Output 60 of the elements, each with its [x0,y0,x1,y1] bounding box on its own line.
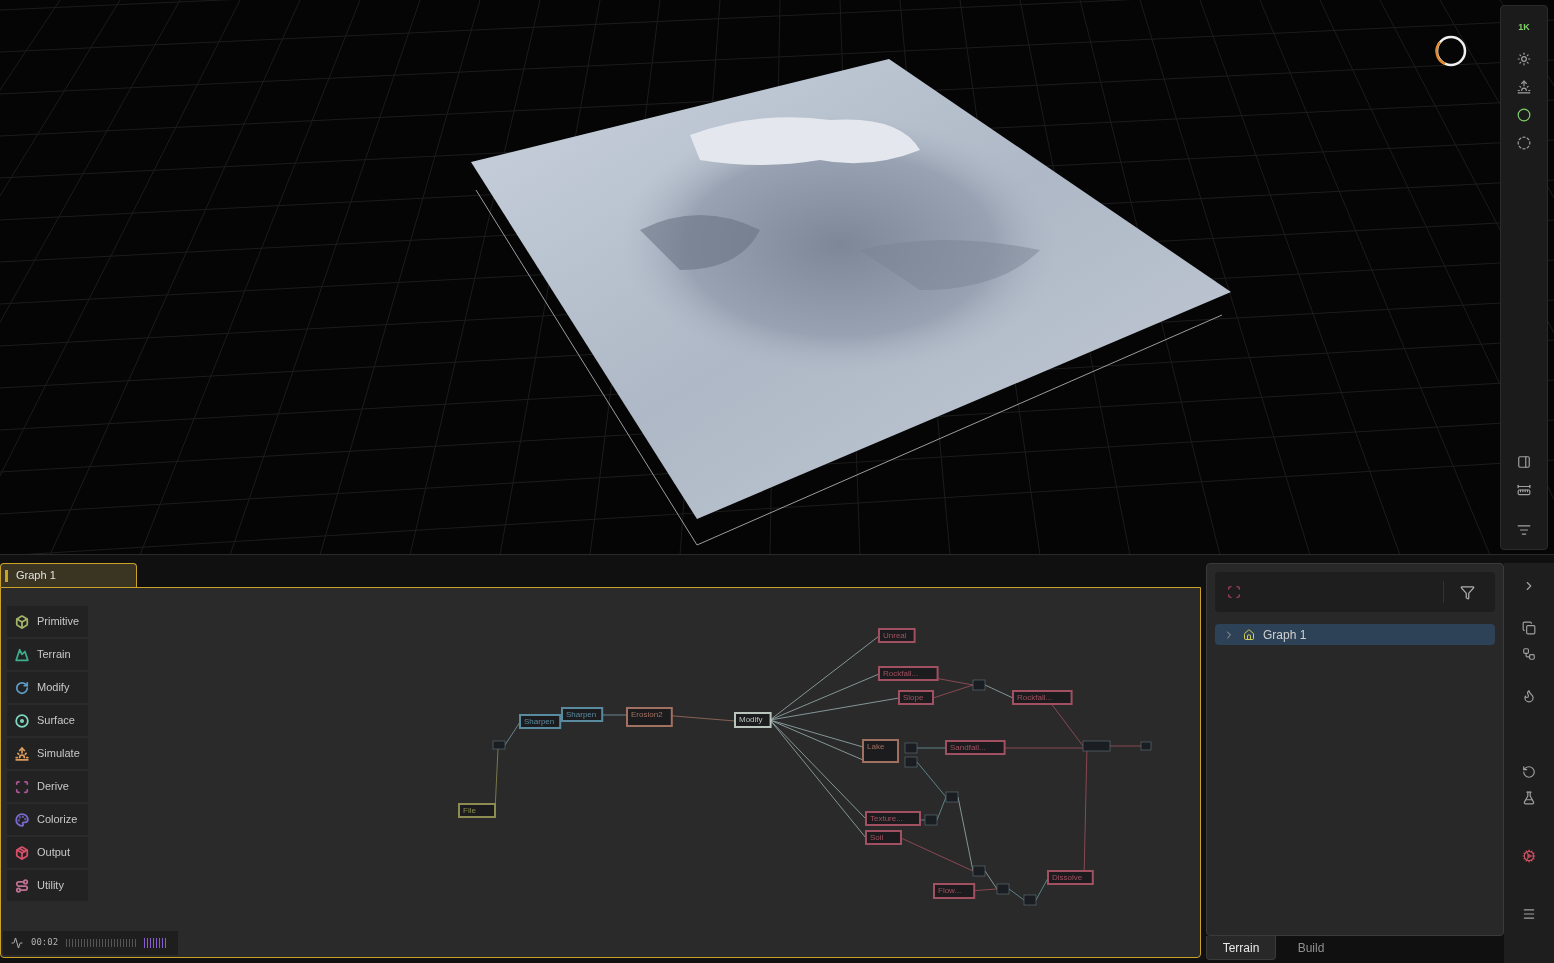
reroute-node[interactable] [924,814,938,826]
node-category-button[interactable]: Derive [7,771,88,802]
tree-item[interactable]: Graph 1 [1215,624,1495,645]
3d-viewport[interactable]: 1K [0,0,1554,555]
menu-icon[interactable] [1522,907,1536,921]
menu-icon[interactable] [1517,523,1531,537]
activity-icon [11,937,23,949]
reroute-node[interactable] [1023,894,1037,906]
reroute-node[interactable] [1140,741,1152,751]
graph-icon [1243,628,1255,641]
nodes-icon[interactable] [1522,647,1536,661]
graph-node[interactable]: Lake [862,739,899,763]
circle-icon[interactable] [1517,108,1531,122]
node-category-button[interactable]: Primitive [7,606,88,637]
node-category-button[interactable]: Output [7,837,88,868]
filter-icon[interactable] [1460,584,1475,600]
node-category-button[interactable]: Colorize [7,804,88,835]
reroute-node[interactable] [945,791,959,803]
node-category-button[interactable]: Surface [7,705,88,736]
reroute-node[interactable] [492,740,506,750]
tree-item-label: Graph 1 [1263,626,1307,644]
node-category-button[interactable]: Terrain [7,639,88,670]
reroute-node[interactable] [904,756,918,768]
sunrise-icon[interactable] [1517,80,1531,94]
reroute-node[interactable] [1082,740,1111,752]
search-field[interactable] [1215,572,1495,612]
graph-node[interactable]: Modify [734,712,772,728]
pages-icon[interactable] [1522,621,1536,635]
flame-icon[interactable] [1522,689,1536,703]
connection-wire [919,819,926,821]
reroute-node[interactable] [904,742,918,754]
rotate-icon[interactable] [1522,765,1536,779]
graph-node[interactable]: File [458,803,496,818]
connection-wire [984,684,1014,699]
reroute-node[interactable] [972,865,986,877]
graph-node[interactable]: Sharpen [519,714,562,729]
graph-tab[interactable]: Graph 1 [0,563,137,587]
graph-node[interactable]: Erosion2 [626,707,673,727]
reroute-node[interactable] [996,883,1010,895]
node-category-button[interactable]: Modify [7,672,88,703]
resolution-button[interactable]: 1K [1518,18,1530,38]
elapsed-time: 00:02 [31,936,59,950]
node-category-button[interactable]: Utility [7,870,88,901]
flask-icon[interactable] [1522,791,1536,805]
connection-wire [1035,877,1049,901]
sun-icon[interactable] [1517,52,1531,66]
connection-wire [916,747,947,749]
node-category-button[interactable]: Simulate [7,738,88,769]
connection-wire [1008,888,1025,901]
panel-tab[interactable]: Terrain [1206,936,1276,960]
connection-wire [504,721,521,746]
loading-spinner-icon [1435,35,1467,67]
reroute-node[interactable] [972,679,986,691]
connection-wire [1109,745,1142,747]
graph-node[interactable]: Sharpen [561,707,604,722]
ruler-icon[interactable] [1517,483,1531,497]
split-view-icon[interactable] [1517,455,1531,469]
panel-tab[interactable]: Build [1276,936,1346,960]
focus-icon[interactable] [1227,585,1241,599]
node-graph-canvas[interactable] [0,587,1201,958]
